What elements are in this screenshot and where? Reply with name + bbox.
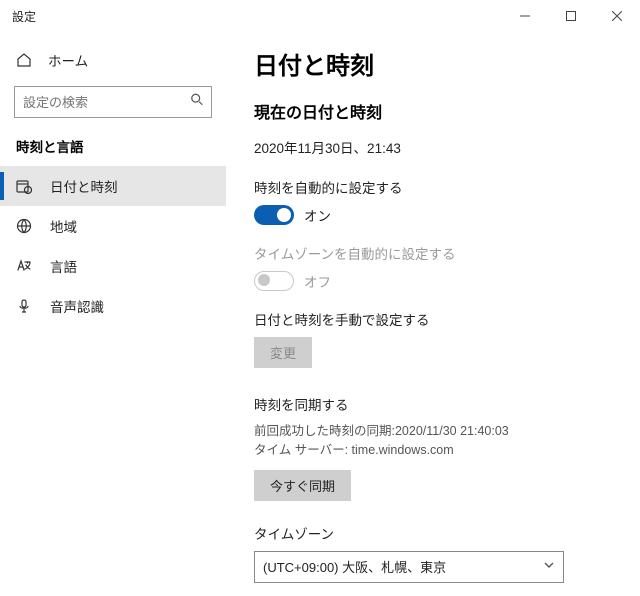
- auto-tz-state: オフ: [304, 271, 331, 291]
- current-datetime-heading: 現在の日付と時刻: [254, 99, 616, 123]
- sidebar: ホーム 時刻と言語 日付と時刻 地域 言語: [0, 32, 226, 596]
- auto-tz-label: タイムゾーンを自動的に設定する: [254, 243, 616, 263]
- home-icon: [16, 52, 34, 68]
- auto-time-state: オン: [304, 205, 331, 225]
- auto-time-label: 時刻を自動的に設定する: [254, 177, 616, 197]
- sidebar-item-label: 言語: [50, 256, 77, 276]
- sync-heading: 時刻を同期する: [254, 394, 616, 414]
- sidebar-item-language[interactable]: 言語: [0, 246, 226, 286]
- search-input[interactable]: [14, 86, 212, 118]
- microphone-icon: [16, 298, 34, 314]
- sidebar-item-region[interactable]: 地域: [0, 206, 226, 246]
- main-content: 日付と時刻 現在の日付と時刻 2020年11月30日、21:43 時刻を自動的に…: [226, 32, 640, 596]
- timezone-select[interactable]: (UTC+09:00) 大阪、札幌、東京: [254, 551, 564, 583]
- sidebar-category: 時刻と言語: [0, 128, 226, 166]
- chevron-down-icon: [543, 559, 555, 574]
- window-title: 設定: [12, 8, 36, 25]
- sync-info: 前回成功した時刻の同期:2020/11/30 21:40:03 タイム サーバー…: [254, 422, 616, 460]
- timezone-label: タイムゾーン: [254, 523, 616, 543]
- sync-last: 前回成功した時刻の同期:2020/11/30 21:40:03: [254, 422, 616, 441]
- sidebar-item-speech[interactable]: 音声認識: [0, 286, 226, 326]
- titlebar: 設定: [0, 0, 640, 32]
- sidebar-home[interactable]: ホーム: [0, 42, 226, 78]
- timezone-value: (UTC+09:00) 大阪、札幌、東京: [263, 557, 446, 576]
- calendar-clock-icon: [16, 178, 34, 194]
- sidebar-item-datetime[interactable]: 日付と時刻: [0, 166, 226, 206]
- sidebar-item-label: 日付と時刻: [50, 176, 118, 196]
- auto-time-toggle[interactable]: [254, 205, 294, 225]
- sidebar-item-label: 音声認識: [50, 296, 104, 316]
- auto-tz-toggle: [254, 271, 294, 291]
- minimize-button[interactable]: [502, 0, 548, 32]
- sidebar-item-label: 地域: [50, 216, 77, 236]
- sync-now-button[interactable]: 今すぐ同期: [254, 470, 351, 501]
- page-title: 日付と時刻: [254, 46, 616, 81]
- current-datetime-value: 2020年11月30日、21:43: [254, 137, 616, 157]
- sidebar-home-label: ホーム: [48, 50, 88, 70]
- manual-set-label: 日付と時刻を手動で設定する: [254, 309, 616, 329]
- auto-tz-toggle-row: オフ: [254, 271, 616, 291]
- auto-time-toggle-row: オン: [254, 205, 616, 225]
- change-button[interactable]: 変更: [254, 337, 312, 368]
- sync-server: タイム サーバー: time.windows.com: [254, 441, 616, 460]
- maximize-button[interactable]: [548, 0, 594, 32]
- search-icon: [190, 93, 204, 112]
- globe-icon: [16, 218, 34, 234]
- language-icon: [16, 258, 34, 274]
- close-button[interactable]: [594, 0, 640, 32]
